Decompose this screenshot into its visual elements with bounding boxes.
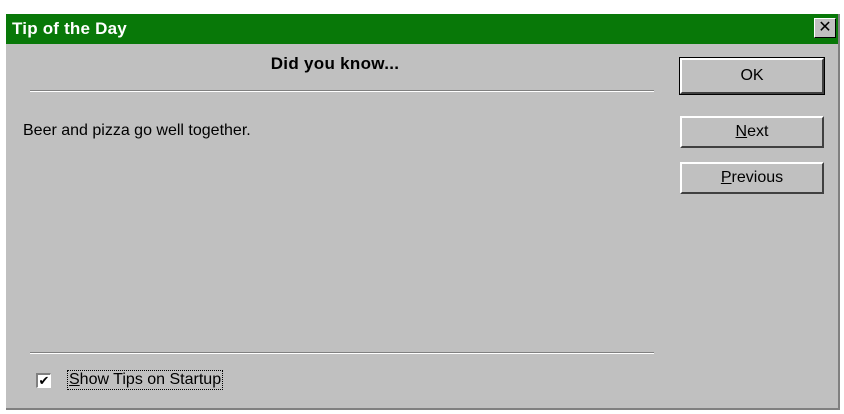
ok-button[interactable]: OK: [679, 57, 825, 95]
previous-label-rest: revious: [731, 169, 784, 186]
ok-button-label: OK: [740, 67, 764, 84]
next-button-label: Next: [736, 123, 769, 141]
close-icon: ✕: [818, 19, 832, 36]
show-tips-checkbox[interactable]: ✔: [36, 372, 51, 388]
previous-button[interactable]: Previous: [680, 162, 824, 194]
show-tips-label-rest: how Tips on Startup: [79, 371, 222, 388]
close-button[interactable]: ✕: [814, 18, 836, 38]
next-mnemonic: N: [735, 123, 748, 140]
show-tips-checkbox-row[interactable]: ✔ Show Tips on Startup: [36, 370, 224, 390]
previous-mnemonic: P: [720, 169, 732, 186]
show-tips-mnemonic: S: [69, 371, 80, 388]
next-button[interactable]: Next: [680, 116, 824, 148]
dialog-heading: Did you know...: [270, 54, 400, 73]
checkmark-icon: ✔: [38, 373, 50, 388]
show-tips-label[interactable]: Show Tips on Startup: [67, 370, 224, 390]
top-separator: [30, 90, 654, 92]
title-bar[interactable]: Tip of the Day ✕: [6, 14, 838, 44]
tip-of-the-day-dialog: Tip of the Day ✕ Did you know... Beer an…: [6, 14, 840, 410]
next-label-rest: ext: [747, 123, 769, 140]
window-title: Tip of the Day: [12, 19, 127, 38]
previous-button-label: Previous: [721, 169, 783, 187]
tip-text: Beer and pizza go well together.: [23, 122, 251, 139]
bottom-separator: [30, 352, 654, 354]
